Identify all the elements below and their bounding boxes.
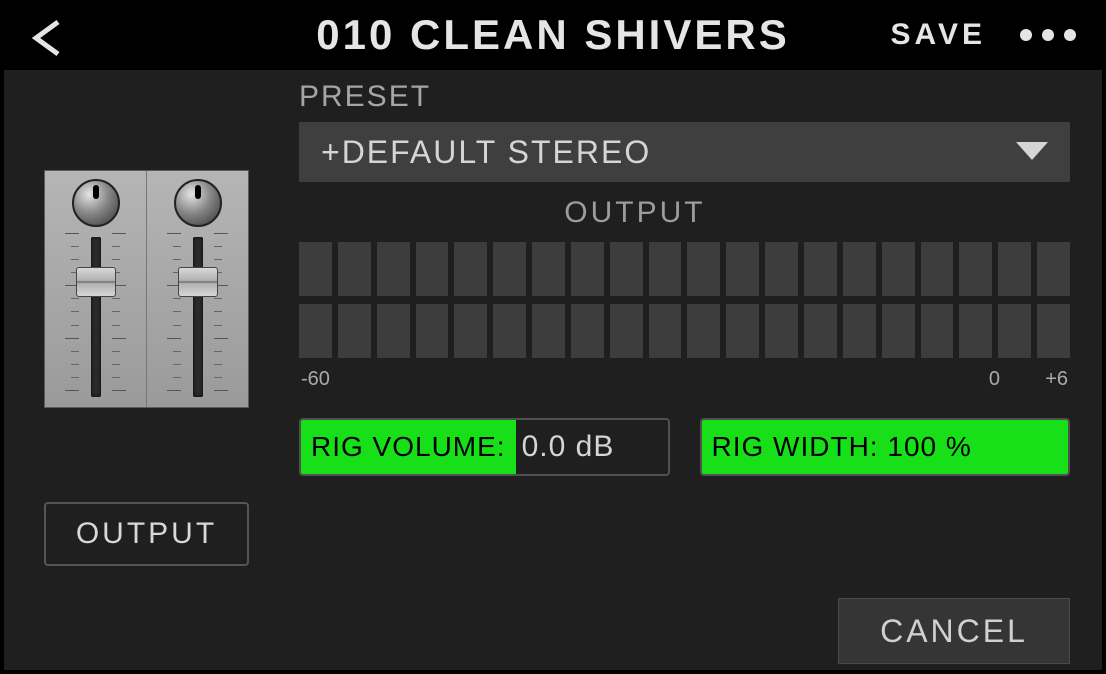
- meter-segment: [1037, 242, 1070, 296]
- meter-segment: [921, 304, 954, 358]
- meter-segment: [882, 242, 915, 296]
- meter-segment: [998, 242, 1031, 296]
- meter-segment: [299, 304, 332, 358]
- meter-segment: [921, 242, 954, 296]
- output-meter: -60 0 +6: [299, 242, 1070, 391]
- meter-segment: [649, 242, 682, 296]
- meter-segment: [687, 242, 720, 296]
- meter-segment: [804, 242, 837, 296]
- output-button[interactable]: OUTPUT: [44, 502, 249, 566]
- cancel-button[interactable]: CANCEL: [838, 598, 1070, 664]
- meter-segment: [338, 242, 371, 296]
- page-title: 010 CLEAN SHIVERS: [316, 11, 789, 59]
- meter-segment: [610, 242, 643, 296]
- main-panel: PRESET +DEFAULT STEREO OUTPUT: [4, 70, 1102, 670]
- save-button[interactable]: SAVE: [891, 18, 986, 52]
- chevron-down-icon: [1016, 142, 1048, 162]
- meter-segment: [454, 242, 487, 296]
- meter-segment: [843, 242, 876, 296]
- meter-segment: [532, 304, 565, 358]
- meter-segment: [726, 304, 759, 358]
- meter-segment: [804, 304, 837, 358]
- rig-volume-control[interactable]: RIG VOLUME: 0.0 dB: [299, 418, 670, 476]
- meter-segment: [377, 304, 410, 358]
- meter-segment: [765, 242, 798, 296]
- preset-dropdown[interactable]: +DEFAULT STEREO: [299, 122, 1070, 182]
- meter-segment: [998, 304, 1031, 358]
- meter-segment: [571, 242, 604, 296]
- meter-segment: [959, 242, 992, 296]
- meter-segment: [377, 242, 410, 296]
- rig-volume-value: 0.0 dB: [516, 430, 615, 464]
- fader-track: [193, 237, 203, 397]
- meter-scale-min: -60: [301, 368, 330, 391]
- meter-segment: [454, 304, 487, 358]
- meter-segment: [765, 304, 798, 358]
- fader-handle-icon: [76, 267, 116, 297]
- meter-segment: [959, 304, 992, 358]
- meter-row-right: [299, 304, 1070, 358]
- meter-segment: [493, 304, 526, 358]
- mixer-channel-right: [147, 171, 248, 407]
- preset-label: PRESET: [299, 80, 431, 114]
- meter-segment: [843, 304, 876, 358]
- back-icon[interactable]: [30, 18, 64, 52]
- meter-segment: [726, 242, 759, 296]
- meter-segment: [338, 304, 371, 358]
- meter-scale: -60 0 +6: [299, 366, 1070, 391]
- pan-knob-icon: [174, 179, 222, 227]
- meter-segment: [687, 304, 720, 358]
- meter-scale-max: +6: [1045, 368, 1068, 391]
- mixer-thumbnail[interactable]: [44, 170, 249, 408]
- meter-row-left: [299, 242, 1070, 296]
- meter-segment: [649, 304, 682, 358]
- meter-segment: [416, 304, 449, 358]
- pan-knob-icon: [72, 179, 120, 227]
- meter-segment: [493, 242, 526, 296]
- rig-width-control[interactable]: RIG WIDTH: 100 %: [700, 418, 1071, 476]
- output-section-label: OUTPUT: [564, 196, 705, 230]
- meter-segment: [416, 242, 449, 296]
- meter-segment: [299, 242, 332, 296]
- header-bar: 010 CLEAN SHIVERS SAVE: [0, 0, 1106, 70]
- meter-segment: [610, 304, 643, 358]
- more-icon[interactable]: [1020, 29, 1076, 41]
- meter-segment: [532, 242, 565, 296]
- preset-value: +DEFAULT STEREO: [321, 134, 651, 171]
- fader-handle-icon: [178, 267, 218, 297]
- mixer-channel-left: [45, 171, 147, 407]
- meter-segment: [882, 304, 915, 358]
- meter-segment: [1037, 304, 1070, 358]
- meter-scale-zero: 0: [989, 368, 1000, 391]
- meter-segment: [571, 304, 604, 358]
- rig-width-label: RIG WIDTH: 100 %: [702, 420, 1069, 474]
- rig-volume-label: RIG VOLUME:: [301, 420, 516, 474]
- fader-track: [91, 237, 101, 397]
